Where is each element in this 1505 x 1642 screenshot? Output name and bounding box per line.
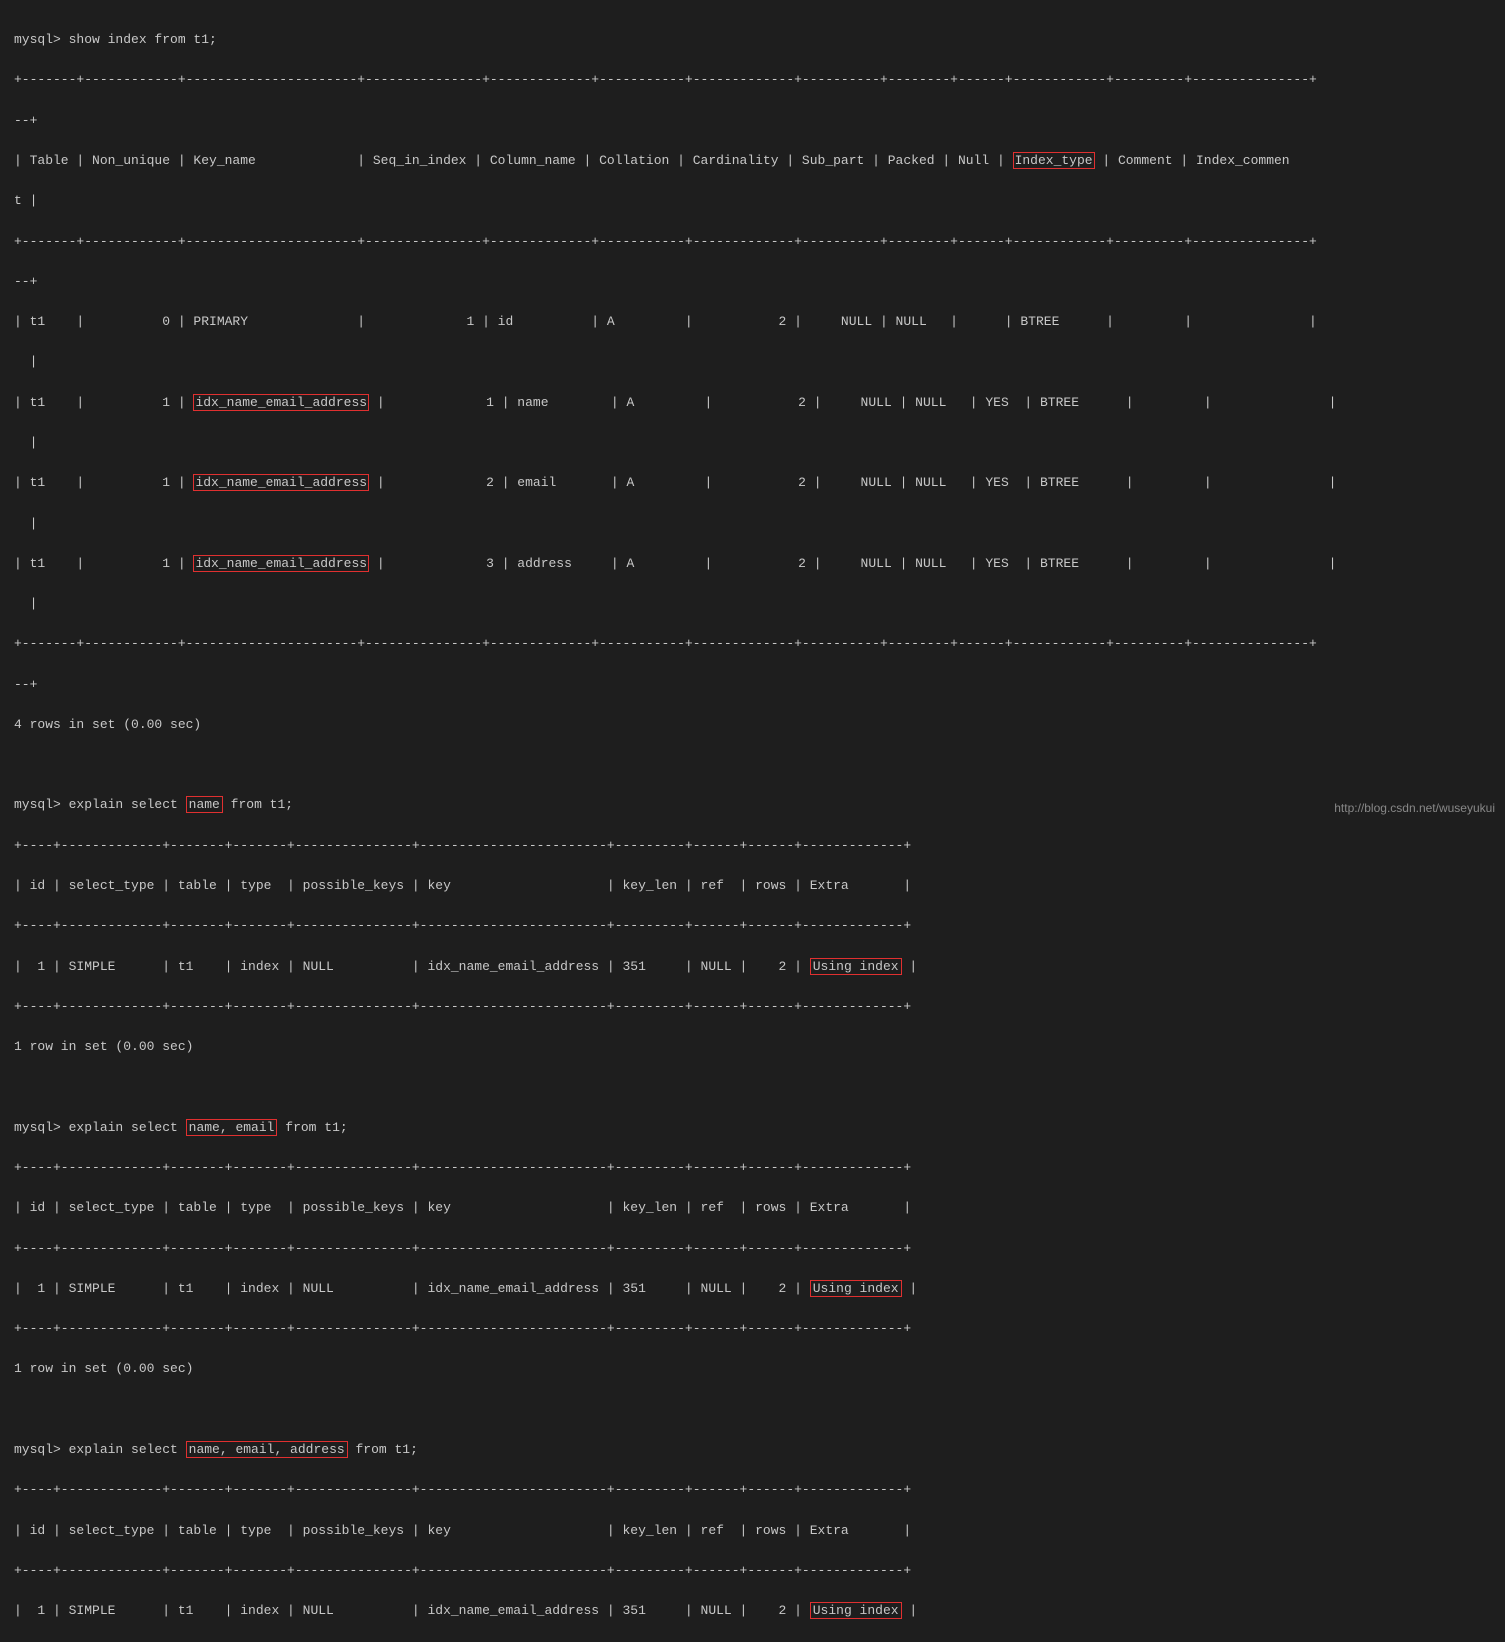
line-10: | t1 | 1 | idx_name_email_address | 1 | … [14, 393, 1491, 413]
using-index-3: Using index [810, 1602, 902, 1619]
select-name-email-address-1: name, email, address [186, 1441, 348, 1458]
index-type-header: Index_type [1013, 152, 1095, 169]
line-16: +-------+------------+------------------… [14, 634, 1491, 654]
line-38: +----+-------------+-------+-------+----… [14, 1641, 1491, 1642]
line-37: | 1 | SIMPLE | t1 | index | NULL | idx_n… [14, 1601, 1491, 1621]
line-19: mysql> explain select name from t1; [14, 795, 1491, 815]
line-35: | id | select_type | table | type | poss… [14, 1521, 1491, 1541]
line-22: +----+-------------+-------+-------+----… [14, 916, 1491, 936]
idx-name-email-2: idx_name_email_address [193, 474, 369, 491]
line-28: | id | select_type | table | type | poss… [14, 1198, 1491, 1218]
line-15: | [14, 594, 1491, 614]
line-5: t | [14, 191, 1491, 211]
line-23: | 1 | SIMPLE | t1 | index | NULL | idx_n… [14, 957, 1491, 977]
line-32: 1 row in set (0.00 sec) [14, 1359, 1491, 1379]
line-18: 4 rows in set (0.00 sec) [14, 715, 1491, 735]
line-20: +----+-------------+-------+-------+----… [14, 836, 1491, 856]
line-34: +----+-------------+-------+-------+----… [14, 1480, 1491, 1500]
line-24: +----+-------------+-------+-------+----… [14, 997, 1491, 1017]
line-11: | [14, 433, 1491, 453]
idx-name-email-1: idx_name_email_address [193, 394, 369, 411]
line-12: | t1 | 1 | idx_name_email_address | 2 | … [14, 473, 1491, 493]
line-30: | 1 | SIMPLE | t1 | index | NULL | idx_n… [14, 1279, 1491, 1299]
line-31: +----+-------------+-------+-------+----… [14, 1319, 1491, 1339]
using-index-2: Using index [810, 1280, 902, 1297]
line-29: +----+-------------+-------+-------+----… [14, 1239, 1491, 1259]
line-21: | id | select_type | table | type | poss… [14, 876, 1491, 896]
line-4: | Table | Non_unique | Key_name | Seq_in… [14, 151, 1491, 171]
select-name-1: name [186, 796, 223, 813]
using-index-1: Using index [810, 958, 902, 975]
watermark: http://blog.csdn.net/wuseyukui [1334, 801, 1495, 815]
line-17: --+ [14, 675, 1491, 695]
terminal-output: mysql> show index from t1; +-------+----… [14, 10, 1491, 1642]
line-14: | t1 | 1 | idx_name_email_address | 3 | … [14, 554, 1491, 574]
line-13: | [14, 514, 1491, 534]
line-1: mysql> show index from t1; [14, 30, 1491, 50]
line-25: 1 row in set (0.00 sec) [14, 1037, 1491, 1057]
line-blank-2 [14, 1077, 1491, 1097]
line-9: | [14, 352, 1491, 372]
line-blank-3 [14, 1400, 1491, 1420]
select-name-email-1: name, email [186, 1119, 278, 1136]
idx-name-email-3: idx_name_email_address [193, 555, 369, 572]
line-blank-1 [14, 755, 1491, 775]
line-26: mysql> explain select name, email from t… [14, 1118, 1491, 1138]
line-2: +-------+------------+------------------… [14, 70, 1491, 90]
line-3: --+ [14, 111, 1491, 131]
line-27: +----+-------------+-------+-------+----… [14, 1158, 1491, 1178]
line-6: +-------+------------+------------------… [14, 232, 1491, 252]
line-8: | t1 | 0 | PRIMARY | 1 | id | A | 2 | NU… [14, 312, 1491, 332]
line-36: +----+-------------+-------+-------+----… [14, 1561, 1491, 1581]
line-7: --+ [14, 272, 1491, 292]
line-33: mysql> explain select name, email, addre… [14, 1440, 1491, 1460]
